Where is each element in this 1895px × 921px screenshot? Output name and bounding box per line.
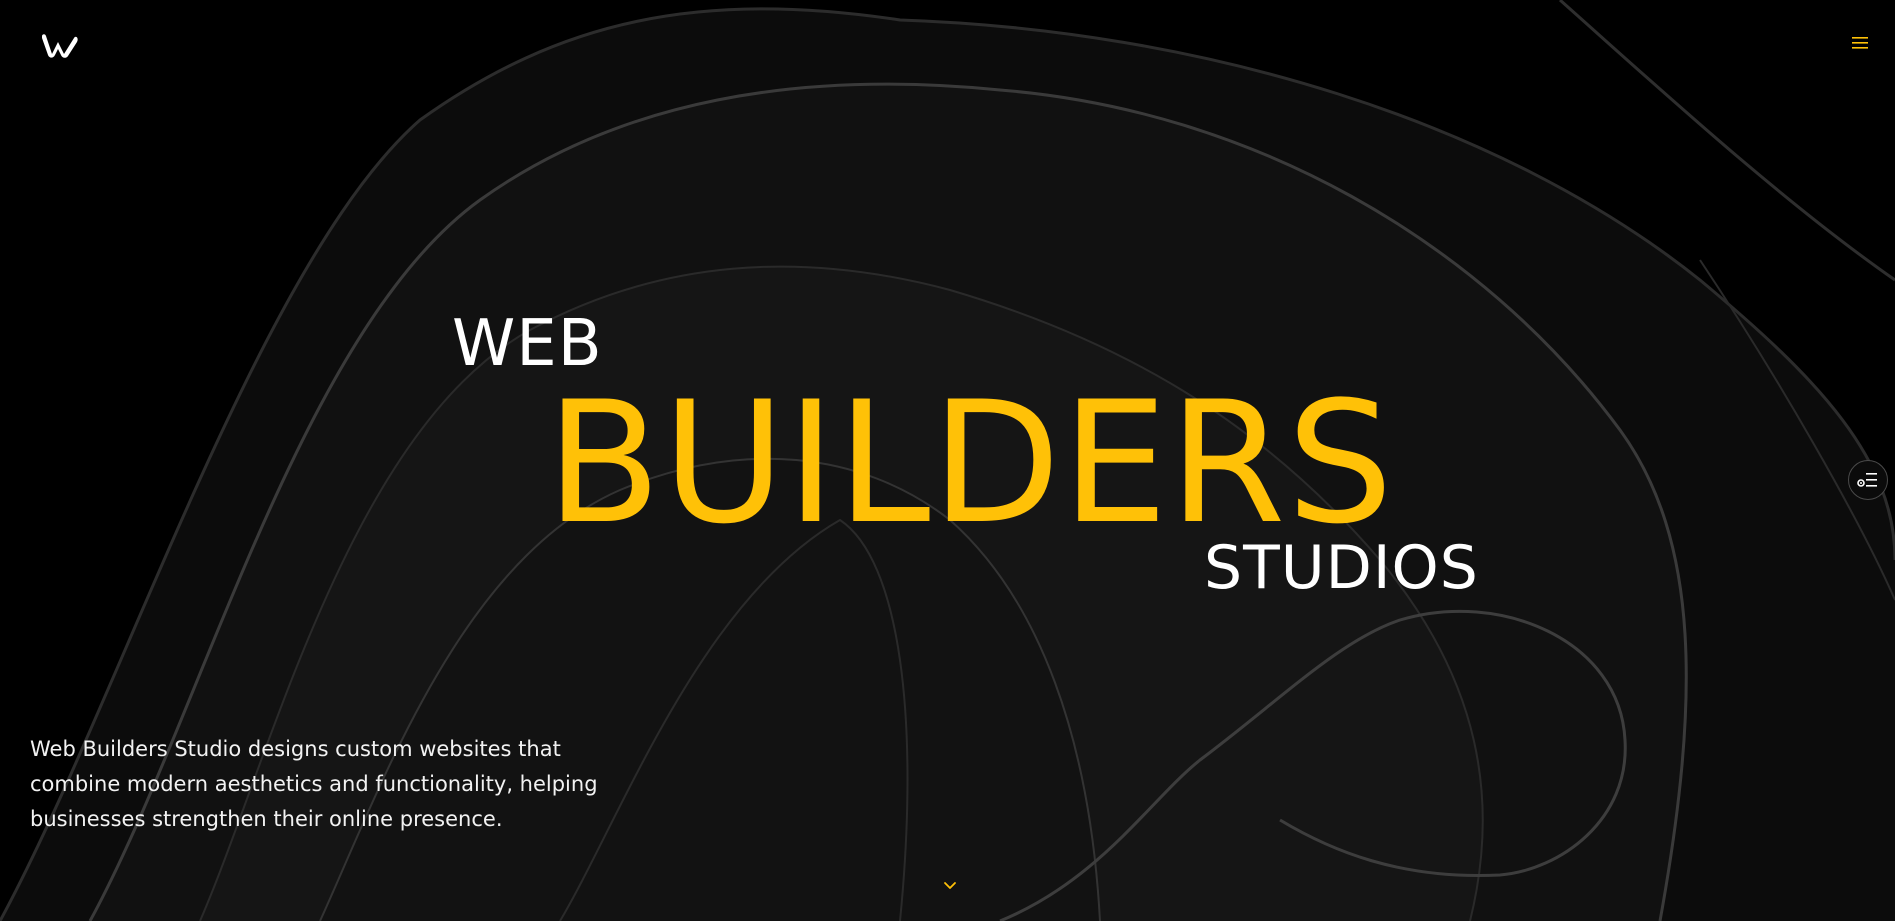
hamburger-menu-button[interactable] bbox=[1848, 32, 1872, 54]
hero-description: Web Builders Studio designs custom websi… bbox=[30, 737, 598, 831]
scroll-down-button[interactable] bbox=[942, 878, 958, 894]
side-settings-button[interactable] bbox=[1848, 460, 1888, 500]
hero-title-studios: STUDIOS bbox=[1204, 533, 1479, 603]
settings-list-icon bbox=[1857, 473, 1877, 487]
brand-logo[interactable] bbox=[41, 30, 82, 60]
hamburger-menu-icon bbox=[1852, 37, 1868, 49]
chevron-down-icon bbox=[944, 882, 956, 889]
hero-title-builders: BUILDERS bbox=[546, 365, 1395, 561]
w-logo-icon bbox=[41, 34, 78, 58]
